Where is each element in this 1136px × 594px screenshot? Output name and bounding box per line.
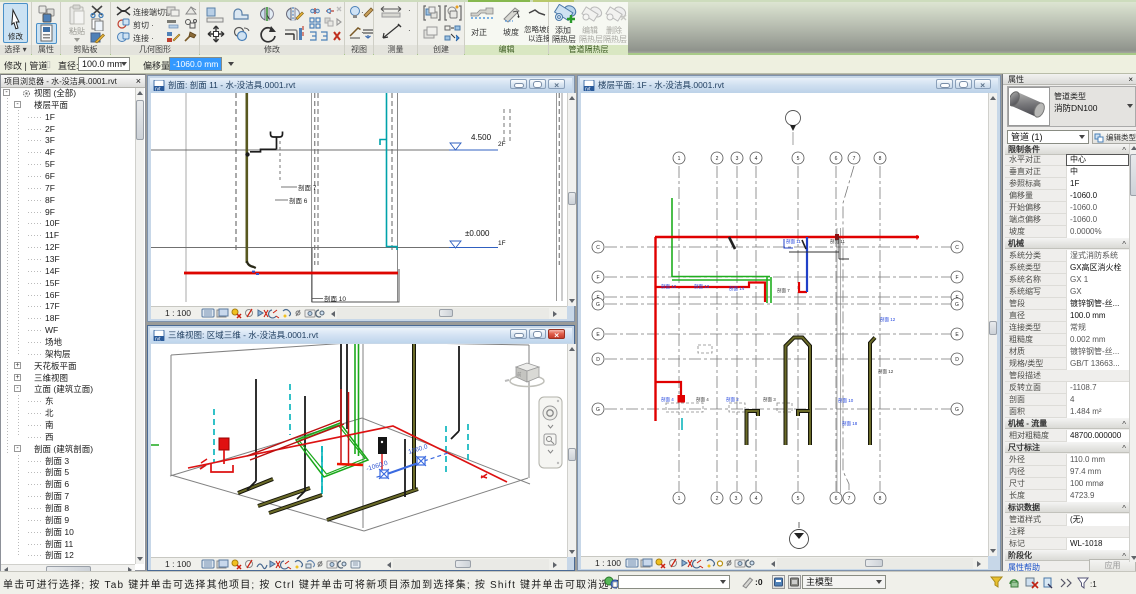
svg-text:C: C [596, 245, 600, 251]
svg-text:3: 3 [736, 156, 739, 162]
svg-text:7: 7 [853, 156, 856, 162]
svg-text:剖面 11: 剖面 11 [830, 238, 845, 245]
svg-text:2: 2 [716, 496, 719, 502]
svg-text:±0.000: ±0.000 [465, 229, 490, 238]
svg-text:剖面 12: 剖面 12 [880, 316, 896, 323]
svg-text:7: 7 [848, 496, 851, 502]
svg-text:4: 4 [755, 156, 758, 162]
svg-text:8: 8 [879, 496, 882, 502]
svg-text:剖面 10: 剖面 10 [838, 397, 854, 404]
svg-text:剖面 4: 剖面 4 [661, 396, 674, 403]
svg-text:G: G [955, 302, 959, 308]
svg-text:1F: 1F [498, 240, 506, 247]
svg-text:rvt: rvt [585, 87, 591, 92]
svg-text:剖面 12: 剖面 12 [694, 283, 710, 290]
svg-text:G: G [596, 407, 600, 413]
svg-text:8: 8 [879, 156, 882, 162]
svg-text:剖面 12: 剖面 12 [878, 368, 894, 375]
svg-text:D: D [596, 357, 600, 363]
svg-text::1: :1 [1090, 580, 1097, 589]
svg-text:剖面 12: 剖面 12 [661, 283, 677, 290]
svg-text:4: 4 [755, 496, 758, 502]
svg-text:5: 5 [797, 156, 800, 162]
svg-text:5: 5 [797, 496, 800, 502]
svg-text:F: F [596, 275, 599, 281]
svg-text:前: 前 [517, 371, 522, 378]
svg-text:rvt: rvt [155, 87, 161, 92]
svg-text:剖面 7: 剖面 7 [298, 183, 317, 192]
svg-text:剖面 18: 剖面 18 [842, 420, 858, 427]
svg-text:4.500: 4.500 [471, 133, 492, 142]
svg-text:rvt: rvt [155, 337, 161, 342]
svg-text:2F: 2F [498, 141, 506, 148]
svg-text:2: 2 [716, 156, 719, 162]
svg-text:剖面 2: 剖面 2 [726, 396, 739, 403]
svg-text:剖面 11: 剖面 11 [786, 238, 801, 245]
svg-text:C: C [955, 245, 959, 251]
svg-text:1060.0: 1060.0 [408, 443, 429, 456]
svg-text:D: D [955, 357, 959, 363]
svg-text:剖面 6: 剖面 6 [289, 196, 308, 205]
svg-text:1: 1 [678, 156, 681, 162]
svg-text:G: G [596, 302, 600, 308]
svg-text:剖面 4: 剖面 4 [696, 396, 709, 403]
svg-text:剖面 10: 剖面 10 [324, 294, 346, 303]
svg-text:剖面 7: 剖面 7 [777, 287, 790, 294]
svg-text:G: G [955, 407, 959, 413]
svg-text:剖面 3: 剖面 3 [763, 396, 776, 403]
svg-text:6: 6 [835, 496, 838, 502]
svg-text:1: 1 [678, 496, 681, 502]
svg-text:剖面 14: 剖面 14 [729, 285, 745, 292]
svg-text:F: F [955, 275, 958, 281]
svg-text:6: 6 [835, 156, 838, 162]
svg-text:3: 3 [735, 496, 738, 502]
